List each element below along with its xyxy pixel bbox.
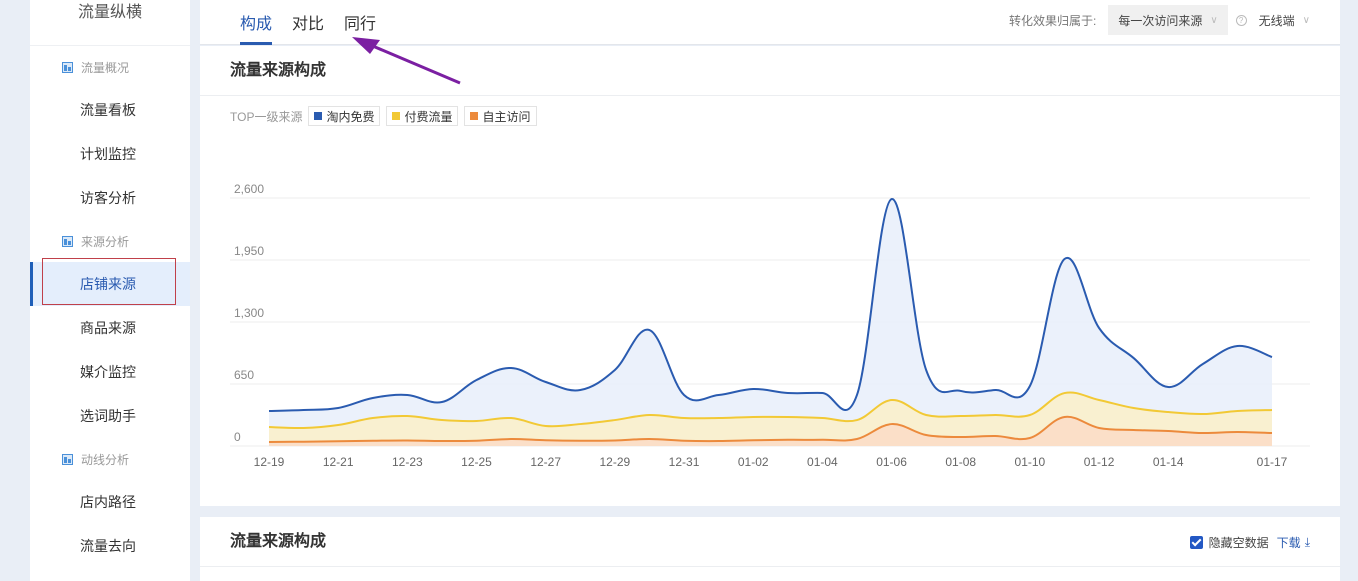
tab-composition[interactable]: 构成 bbox=[240, 0, 273, 45]
card-tools: 隐藏空数据 下载 ⤓ bbox=[1189, 534, 1310, 551]
traffic-source-table-card: 流量来源构成 隐藏空数据 下载 ⤓ bbox=[200, 517, 1340, 581]
y-tick-label: 1,950 bbox=[234, 244, 264, 258]
top-bar: 构成 对比 同行 转化效果归属于: 每一次访问来源 ∨ ? 无线端 ∨ bbox=[200, 0, 1340, 45]
sidebar-title: 流量纵横 bbox=[30, 0, 190, 46]
nav-group-label: 动线分析 bbox=[81, 452, 130, 467]
nav-group-traffic-overview: 流量概况 bbox=[30, 46, 190, 88]
x-tick-label: 12-31 bbox=[669, 455, 700, 469]
x-tick-label: 01-06 bbox=[876, 455, 907, 469]
attribution-label: 转化效果归属于: bbox=[1008, 13, 1097, 28]
sidebar-item-keyword-helper[interactable]: 选词助手 bbox=[30, 394, 190, 438]
traffic-area-chart: 0 650 1,300 1,950 2,600 12-19 12-21 12-23 12-25 1… bbox=[230, 182, 1310, 469]
sidebar-item-label: 商品来源 bbox=[80, 320, 136, 336]
chevron-down-icon: ∨ bbox=[1210, 14, 1218, 26]
x-tick-label: 12-23 bbox=[392, 455, 423, 469]
x-tick-label: 01-12 bbox=[1084, 455, 1115, 469]
attribution-select-value: 每一次访问来源 bbox=[1118, 13, 1203, 28]
attribution-select[interactable]: 每一次访问来源 ∨ bbox=[1108, 5, 1228, 35]
sidebar-item-label: 计划监控 bbox=[80, 146, 136, 162]
nav-group-label: 来源分析 bbox=[81, 234, 130, 249]
x-tick-label: 12-25 bbox=[461, 455, 492, 469]
download-icon: ⤓ bbox=[1304, 535, 1310, 549]
x-tick-label: 12-21 bbox=[323, 455, 354, 469]
y-tick-label: 2,600 bbox=[234, 182, 264, 196]
document-icon bbox=[62, 235, 73, 247]
sidebar-item-traffic-board[interactable]: 流量看板 bbox=[30, 88, 190, 132]
chevron-down-icon: ∨ bbox=[1302, 14, 1310, 26]
sidebar-item-label: 店内路径 bbox=[80, 494, 136, 510]
sidebar-item-label: 访客分析 bbox=[80, 190, 136, 206]
sidebar-item-label: 选词助手 bbox=[80, 408, 136, 424]
sidebar-item-plan-monitor[interactable]: 计划监控 bbox=[30, 132, 190, 176]
sidebar-item-visitor-analysis[interactable]: 访客分析 bbox=[30, 176, 190, 220]
sidebar-item-product-source[interactable]: 商品来源 bbox=[30, 306, 190, 350]
traffic-source-chart-card: 流量来源构成 TOP一级来源 淘内免费 付费流量 自主访问 0 650 1,300 1… bbox=[200, 46, 1340, 506]
y-tick-label: 0 bbox=[234, 430, 241, 444]
x-tick-label: 01-02 bbox=[738, 455, 769, 469]
download-label: 下载 bbox=[1276, 536, 1301, 550]
x-tick-label: 01-17 bbox=[1257, 455, 1288, 469]
tab-list: 构成 对比 同行 bbox=[240, 0, 396, 45]
hide-empty-label: 隐藏空数据 bbox=[1208, 536, 1269, 550]
sidebar-item-media-monitor[interactable]: 媒介监控 bbox=[30, 350, 190, 394]
card-title: 流量来源构成 bbox=[200, 517, 1340, 567]
sidebar-item-store-path[interactable]: 店内路径 bbox=[30, 480, 190, 524]
x-tick-label: 12-29 bbox=[600, 455, 631, 469]
download-button[interactable]: 下载 ⤓ bbox=[1277, 534, 1310, 551]
x-tick-label: 01-14 bbox=[1153, 455, 1184, 469]
sidebar: 流量纵横 流量概况 流量看板 计划监控 访客分析 来源分析 店铺来源 商品来源 … bbox=[30, 0, 190, 581]
nav-group-source-analysis: 来源分析 bbox=[30, 220, 190, 262]
sidebar-item-label: 流量去向 bbox=[80, 538, 136, 554]
sidebar-item-label: 店铺来源 bbox=[80, 276, 136, 292]
device-select-value: 无线端 bbox=[1258, 13, 1295, 28]
tab-comparison[interactable]: 对比 bbox=[292, 0, 324, 45]
help-icon[interactable]: ? bbox=[1235, 14, 1247, 26]
sidebar-item-label: 媒介监控 bbox=[80, 364, 136, 380]
nav-group-label: 流量概况 bbox=[81, 60, 130, 75]
y-tick-label: 1,300 bbox=[234, 306, 264, 320]
nav-group-flow-analysis: 动线分析 bbox=[30, 438, 190, 480]
document-icon bbox=[62, 61, 73, 73]
x-tick-label: 12-27 bbox=[530, 455, 561, 469]
sidebar-item-label: 流量看板 bbox=[80, 102, 136, 118]
hide-empty-checkbox[interactable] bbox=[1189, 536, 1203, 549]
toolbar: 转化效果归属于: 每一次访问来源 ∨ ? 无线端 ∨ bbox=[1009, 5, 1310, 35]
x-tick-label: 01-08 bbox=[945, 455, 976, 469]
tab-peers[interactable]: 同行 bbox=[344, 0, 376, 45]
y-tick-label: 650 bbox=[234, 368, 254, 382]
x-tick-label: 12-19 bbox=[254, 455, 285, 469]
x-tick-label: 01-10 bbox=[1015, 455, 1046, 469]
sidebar-item-store-source[interactable]: 店铺来源 bbox=[30, 262, 190, 306]
device-select[interactable]: 无线端 ∨ bbox=[1259, 12, 1310, 29]
sidebar-item-traffic-destination[interactable]: 流量去向 bbox=[30, 524, 190, 568]
document-icon bbox=[62, 453, 73, 465]
x-tick-label: 01-04 bbox=[807, 455, 838, 469]
